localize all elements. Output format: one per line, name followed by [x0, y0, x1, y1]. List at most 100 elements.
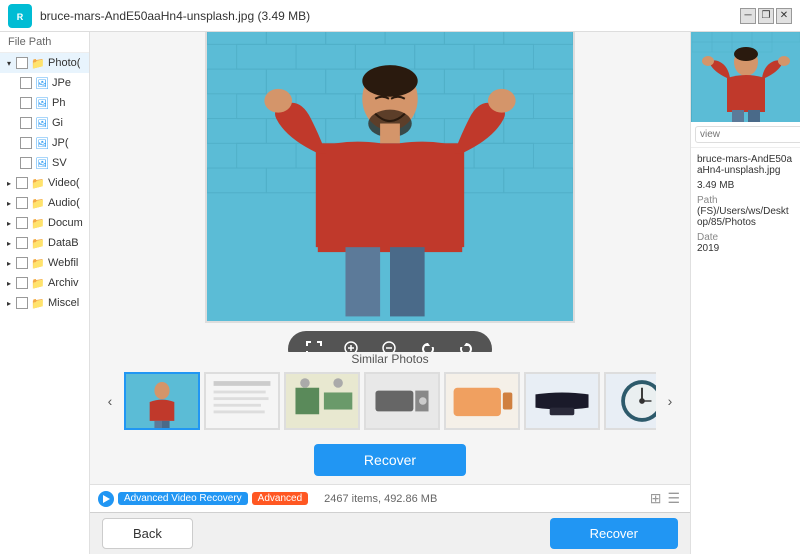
- similar-thumb-4[interactable]: [364, 372, 440, 430]
- right-panel-info: bruce-mars-AndE50aaHn4-unsplash.jpg 3.49…: [691, 148, 800, 260]
- similar-photos-section: Similar Photos ‹: [90, 352, 690, 438]
- folder-icon8: 📁: [31, 296, 45, 310]
- folder-icon7: 📁: [31, 276, 45, 290]
- sidebar-item-video-label: Video(: [48, 177, 80, 189]
- docs-checkbox[interactable]: [16, 217, 28, 229]
- gi-checkbox[interactable]: [20, 117, 32, 129]
- image-icon4: 🖼: [35, 136, 49, 150]
- misc-checkbox[interactable]: [16, 297, 28, 309]
- right-filesize: 3.49 MB: [697, 180, 794, 191]
- rotate-left-button[interactable]: [416, 337, 440, 353]
- archive-checkbox[interactable]: [16, 277, 28, 289]
- sidebar-item-jp-label: JP(: [52, 137, 69, 149]
- preview-container: [90, 32, 690, 352]
- zoom-in-button[interactable]: [340, 337, 364, 353]
- sidebar-item-ph[interactable]: 🖼 Ph: [0, 93, 89, 113]
- rotate-right-button[interactable]: [454, 337, 478, 353]
- sidebar-item-jp[interactable]: 🖼 JP(: [0, 133, 89, 153]
- audio-checkbox[interactable]: [16, 197, 28, 209]
- chevron-right-icon4: ▸: [4, 238, 14, 248]
- similar-thumb-7[interactable]: [604, 372, 656, 430]
- advanced-badge: Advanced: [252, 492, 308, 505]
- grid-view-button[interactable]: ⊞: [648, 488, 664, 509]
- chevron-right-icon6: ▸: [4, 278, 14, 288]
- svg-text:R: R: [17, 12, 24, 22]
- folder-icon: 📁: [31, 56, 45, 70]
- chevron-right-icon: ▸: [4, 178, 14, 188]
- chevron-right-icon5: ▸: [4, 258, 14, 268]
- right-panel-thumbnail: [691, 32, 800, 122]
- chevron-down-icon: ▾: [4, 58, 14, 68]
- sidebar-item-video[interactable]: ▸ 📁 Video(: [0, 173, 89, 193]
- recover-center-button[interactable]: Recover: [314, 444, 466, 476]
- similar-thumb-2[interactable]: [204, 372, 280, 430]
- list-view-button[interactable]: ☰: [665, 488, 682, 509]
- path-label: Path: [697, 195, 794, 206]
- sv-checkbox[interactable]: [20, 157, 32, 169]
- sidebar-item-misc-label: Miscel: [48, 297, 79, 309]
- advanced-video-badge[interactable]: Advanced Video Recovery: [118, 492, 248, 505]
- right-panel: ▽ bruce-mars-AndE50aaHn4-unsplash.jpg 3.…: [690, 32, 800, 554]
- title-bar: R bruce-mars-AndE50aaHn4-unsplash.jpg (3…: [0, 0, 800, 32]
- right-search-row: ▽: [691, 122, 800, 148]
- bottom-info-text: 2467 items, 492.86 MB: [324, 493, 640, 505]
- video-checkbox[interactable]: [16, 177, 28, 189]
- sidebar-item-docs[interactable]: ▸ 📁 Docum: [0, 213, 89, 233]
- chevron-right-icon3: ▸: [4, 218, 14, 228]
- sidebar-item-audio-label: Audio(: [48, 197, 80, 209]
- folder-icon4: 📁: [31, 216, 45, 230]
- back-button[interactable]: Back: [102, 518, 193, 549]
- footer-recover-button[interactable]: Recover: [550, 518, 678, 549]
- folder-icon5: 📁: [31, 236, 45, 250]
- sidebar-item-photos[interactable]: ▾ 📁 Photo(: [0, 53, 89, 73]
- similar-thumb-3[interactable]: [284, 372, 360, 430]
- prev-similar-button[interactable]: ‹: [100, 391, 120, 411]
- sidebar-item-audio[interactable]: ▸ 📁 Audio(: [0, 193, 89, 213]
- sidebar-item-web-label: Webfil: [48, 257, 78, 269]
- photos-checkbox[interactable]: [16, 57, 28, 69]
- image-controls-row: [288, 323, 492, 353]
- sidebar-item-ph-label: Ph: [52, 97, 65, 109]
- image-icon: 🖼: [35, 76, 49, 90]
- similar-thumb-6[interactable]: [524, 372, 600, 430]
- image-icon3: 🖼: [35, 116, 49, 130]
- sidebar-item-jpe[interactable]: 🖼 JPe: [0, 73, 89, 93]
- sidebar-item-photos-label: Photo(: [48, 57, 80, 69]
- right-search-input[interactable]: [695, 126, 800, 143]
- main-container: File Path ▾ 📁 Photo( 🖼 JPe 🖼 Ph 🖼 Gi 🖼 J…: [0, 32, 800, 554]
- fit-screen-button[interactable]: [302, 337, 326, 353]
- window-title: bruce-mars-AndE50aaHn4-unsplash.jpg (3.4…: [40, 9, 740, 23]
- sidebar-item-sv-label: SV: [52, 157, 67, 169]
- ph-checkbox[interactable]: [20, 97, 32, 109]
- sidebar-item-gi[interactable]: 🖼 Gi: [0, 113, 89, 133]
- sidebar-item-archive[interactable]: ▸ 📁 Archiv: [0, 273, 89, 293]
- next-similar-button[interactable]: ›: [660, 391, 680, 411]
- chevron-right-icon7: ▸: [4, 298, 14, 308]
- db-checkbox[interactable]: [16, 237, 28, 249]
- close-button[interactable]: ✕: [776, 8, 792, 24]
- image-icon2: 🖼: [35, 96, 49, 110]
- folder-icon6: 📁: [31, 256, 45, 270]
- sidebar-item-sv[interactable]: 🖼 SV: [0, 153, 89, 173]
- footer: Back Recover: [90, 512, 690, 554]
- similar-thumb-5[interactable]: [444, 372, 520, 430]
- zoom-out-button[interactable]: [378, 337, 402, 353]
- similar-photos-strip: ‹: [100, 372, 680, 430]
- folder-icon2: 📁: [31, 176, 45, 190]
- sidebar-item-db[interactable]: ▸ 📁 DataB: [0, 233, 89, 253]
- maximize-button[interactable]: ❐: [758, 8, 774, 24]
- recover-btn-center: Recover: [90, 438, 690, 484]
- right-path: (FS)/Users/ws/Desktop/85/Photos: [697, 206, 794, 228]
- jpe-checkbox[interactable]: [20, 77, 32, 89]
- sidebar-item-misc[interactable]: ▸ 📁 Miscel: [0, 293, 89, 313]
- main-preview-image: [205, 32, 575, 323]
- similar-thumb-1[interactable]: [124, 372, 200, 430]
- sidebar-header: File Path: [0, 32, 89, 53]
- sidebar: File Path ▾ 📁 Photo( 🖼 JPe 🖼 Ph 🖼 Gi 🖼 J…: [0, 32, 90, 554]
- minimize-button[interactable]: ─: [740, 8, 756, 24]
- sidebar-item-web[interactable]: ▸ 📁 Webfil: [0, 253, 89, 273]
- right-filename: bruce-mars-AndE50aaHn4-unsplash.jpg: [697, 154, 794, 176]
- jp-checkbox[interactable]: [20, 137, 32, 149]
- web-checkbox[interactable]: [16, 257, 28, 269]
- bottom-bar: Advanced Video Recovery Advanced 2467 it…: [90, 484, 690, 512]
